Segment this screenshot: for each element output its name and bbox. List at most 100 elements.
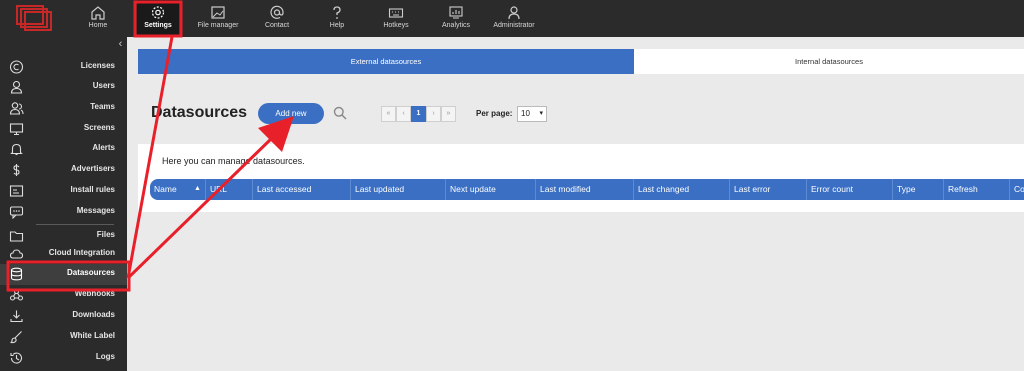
sidebar-item-teams[interactable]: Teams	[0, 98, 127, 118]
brush-icon	[10, 331, 22, 344]
search-icon[interactable]	[333, 106, 347, 120]
user-icon	[10, 80, 23, 94]
tab-internal-datasources[interactable]: Internal datasources	[634, 49, 1024, 74]
column-header-last-accessed[interactable]: Last accessed	[252, 179, 350, 200]
nav-analytics[interactable]: Analytics	[437, 0, 475, 37]
per-page-label: Per page:	[476, 109, 513, 118]
column-label: Type	[897, 184, 916, 194]
column-header-type[interactable]: Type	[892, 179, 943, 200]
database-icon	[10, 267, 23, 281]
sidebar-item-label: Messages	[76, 206, 115, 215]
page-title: Datasources	[151, 104, 248, 121]
column-label: Error count	[811, 184, 854, 194]
sidebar-item-label: Teams	[90, 102, 115, 111]
sidebar-item-files[interactable]: Files	[0, 226, 127, 246]
sidebar-item-label: Licenses	[80, 61, 115, 70]
column-header-last-changed[interactable]: Last changed	[633, 179, 729, 200]
column-label: Last accessed	[257, 184, 312, 194]
sidebar-item-label: Datasources	[66, 268, 115, 277]
pager-first-button[interactable]: «	[381, 106, 396, 122]
download-icon	[10, 310, 23, 323]
sidebar-item-label: Alerts	[92, 143, 115, 152]
nav-administrator[interactable]: Administrator	[492, 0, 536, 37]
datasources-panel: Here you can manage datasources. Name ▲ …	[138, 144, 1024, 212]
install-icon	[9, 185, 24, 197]
nav-hotkeys-label: Hotkeys	[383, 22, 409, 29]
sidebar-item-label: Install rules	[70, 185, 115, 194]
panel-description: Here you can manage datasources.	[162, 156, 305, 166]
users-icon	[9, 102, 24, 115]
bell-icon	[10, 143, 23, 156]
nav-contact[interactable]: Contact	[258, 0, 296, 37]
sidebar-item-install-rules[interactable]: Install rules	[0, 181, 127, 201]
nav-settings-label: Settings	[144, 22, 172, 29]
add-new-button[interactable]: Add new	[258, 103, 324, 124]
column-label: Name	[154, 184, 177, 194]
nav-file-manager[interactable]: File manager	[193, 0, 243, 37]
sidebar-item-label: Users	[92, 81, 115, 90]
pager-page-1[interactable]: 1	[411, 106, 426, 122]
sidebar-collapse-button[interactable]: ‹	[114, 37, 127, 51]
sidebar-item-alerts[interactable]: Alerts	[0, 139, 127, 159]
column-header-last-modified[interactable]: Last modified	[535, 179, 633, 200]
column-header-last-error[interactable]: Last error	[729, 179, 806, 200]
column-header-error-count[interactable]: Error count	[806, 179, 892, 200]
nav-hotkeys[interactable]: Hotkeys	[376, 0, 416, 37]
sidebar-item-label: Advertisers	[70, 164, 115, 173]
logo-icon	[16, 5, 52, 31]
nav-analytics-label: Analytics	[441, 22, 470, 29]
column-header-co[interactable]: Co	[1009, 179, 1024, 200]
column-label: Refresh	[948, 184, 978, 194]
column-header-url[interactable]: URL	[205, 179, 252, 200]
nav-help-label: Help	[329, 22, 345, 29]
logo[interactable]	[0, 0, 72, 37]
sidebar-item-advertisers[interactable]: Advertisers	[0, 160, 127, 180]
sidebar-item-webhooks[interactable]: Webhooks	[0, 285, 127, 305]
nav-settings[interactable]: Settings	[137, 0, 179, 37]
sidebar-item-label: Screens	[83, 123, 115, 132]
folder-icon	[9, 231, 24, 242]
sidebar: ‹ Licenses Users Teams Screens Alerts Ad…	[0, 37, 127, 371]
dollar-icon	[13, 164, 20, 176]
home-icon	[91, 6, 105, 20]
sidebar-item-users[interactable]: Users	[0, 77, 127, 97]
user-icon	[508, 6, 520, 20]
sidebar-item-datasources[interactable]: Datasources	[0, 264, 127, 285]
monitor-icon	[9, 123, 24, 136]
sidebar-item-cloud-integration[interactable]: Cloud Integration	[0, 244, 127, 264]
pager-last-button[interactable]: »	[441, 106, 456, 122]
nav-home[interactable]: Home	[78, 0, 118, 37]
nav-help[interactable]: Help	[320, 0, 354, 37]
per-page-select[interactable]: 10 ▾	[517, 106, 547, 122]
column-header-last-updated[interactable]: Last updated	[350, 179, 445, 200]
gear-icon	[151, 6, 165, 19]
column-header-next-update[interactable]: Next update	[445, 179, 535, 200]
tab-external-datasources[interactable]: External datasources	[138, 49, 634, 74]
nav-file-manager-label: File manager	[197, 22, 239, 29]
sidebar-item-label: Logs	[95, 352, 115, 361]
nav-administrator-label: Administrator	[493, 22, 535, 29]
column-label: Last error	[734, 184, 771, 194]
column-header-refresh[interactable]: Refresh	[943, 179, 1009, 200]
webhook-icon	[9, 288, 24, 301]
image-icon	[211, 6, 225, 19]
sidebar-item-downloads[interactable]: Downloads	[0, 306, 127, 326]
nav-home-label: Home	[88, 22, 108, 29]
sidebar-item-screens[interactable]: Screens	[0, 119, 127, 139]
sidebar-item-label: Cloud Integration	[48, 248, 115, 257]
pager-next-button[interactable]: ›	[426, 106, 441, 122]
sidebar-item-white-label[interactable]: White Label	[0, 327, 127, 347]
sidebar-item-logs[interactable]: Logs	[0, 348, 127, 368]
cloud-icon	[9, 249, 24, 259]
monitor-chart-icon	[449, 6, 463, 19]
sidebar-item-label: Downloads	[72, 310, 115, 319]
message-icon	[9, 206, 24, 219]
column-label: Last updated	[355, 184, 405, 194]
sidebar-item-licenses[interactable]: Licenses	[0, 57, 127, 77]
sort-ascending-icon[interactable]: ▲	[194, 185, 201, 192]
pager-prev-button[interactable]: ‹	[396, 106, 411, 122]
sidebar-item-messages[interactable]: Messages	[0, 202, 127, 222]
column-label: URL	[210, 184, 228, 194]
sidebar-divider	[36, 224, 114, 225]
question-icon	[333, 6, 341, 19]
